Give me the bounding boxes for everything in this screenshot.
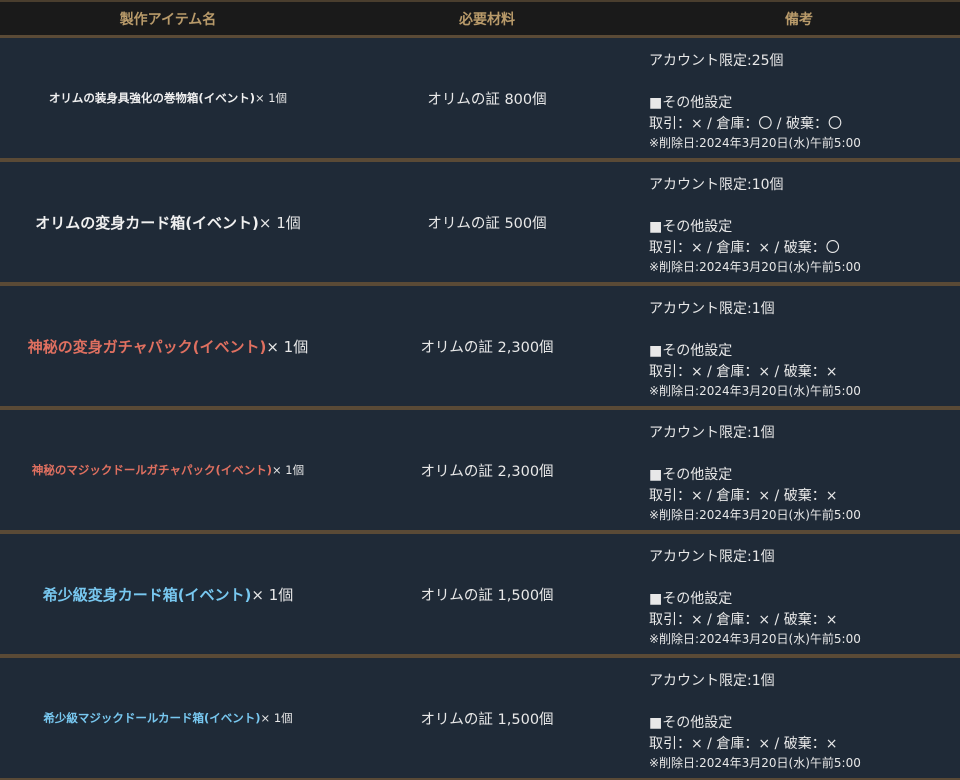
material-cell: オリムの証 800個 [336,38,638,158]
item-cell: 希少級マジックドールカード箱(イベント) × 1個 [0,658,336,778]
table-header: 製作アイテム名 必要材料 備考 [0,0,960,35]
item-quantity: × 1個 [271,463,305,477]
header-materials: 必要材料 [459,11,515,28]
table-row: 希少級変身カード箱(イベント) × 1個 オリムの証 1,500個 アカウント限… [0,534,960,654]
account-limit: アカウント限定:1個 [649,673,775,689]
material-cell: オリムの証 1,500個 [336,534,638,654]
item-quantity: × 1個 [251,585,294,604]
account-limit: アカウント限定:1個 [649,301,775,317]
table-row: 神秘のマジックドールガチャパック(イベント) × 1個 オリムの証 2,300個… [0,410,960,530]
account-limit: アカウント限定:1個 [649,425,775,441]
material-text: オリムの証 500個 [427,215,547,232]
item-cell: オリムの装身具強化の巻物箱(イベント) × 1個 [0,38,336,158]
trade-settings: 取引：× / 倉庫：× / 破棄：× [649,364,838,380]
material-text: オリムの証 2,300個 [420,463,554,480]
item-name: オリムの変身カード箱(イベント) [35,213,259,232]
delete-date: ※削除日:2024年3月20日(水)午前5:00 [649,756,861,770]
material-text: オリムの証 1,500個 [420,711,554,728]
trade-settings: 取引：× / 倉庫：× / 破棄：× [649,488,838,504]
trade-settings: 取引：× / 倉庫：× / 破棄：× [649,736,838,752]
material-text: オリムの証 2,300個 [420,339,554,356]
crafting-table: 製作アイテム名 必要材料 備考 オリムの装身具強化の巻物箱(イベント) × 1個… [0,0,960,780]
item-quantity: × 1個 [258,213,301,232]
item-name: 神秘の変身ガチャパック(イベント) [27,337,267,356]
item-quantity: × 1個 [254,91,288,105]
delete-date: ※削除日:2024年3月20日(水)午前5:00 [649,260,861,274]
notes-cell: アカウント限定:25個 ■その他設定 取引：× / 倉庫：〇 / 破棄：〇 ※削… [638,38,960,158]
notes-cell: アカウント限定:10個 ■その他設定 取引：× / 倉庫：× / 破棄：〇 ※削… [638,162,960,282]
account-limit: アカウント限定:1個 [649,549,775,565]
item-cell: 神秘の変身ガチャパック(イベント) × 1個 [0,286,336,406]
notes-cell: アカウント限定:1個 ■その他設定 取引：× / 倉庫：× / 破棄：× ※削除… [638,534,960,654]
material-cell: オリムの証 2,300個 [336,286,638,406]
header-item-name: 製作アイテム名 [119,11,217,28]
notes-cell: アカウント限定:1個 ■その他設定 取引：× / 倉庫：× / 破棄：× ※削除… [638,286,960,406]
settings-heading: ■その他設定 [649,715,733,731]
table-row: 希少級マジックドールカード箱(イベント) × 1個 オリムの証 1,500個 ア… [0,658,960,778]
notes-cell: アカウント限定:1個 ■その他設定 取引：× / 倉庫：× / 破棄：× ※削除… [638,410,960,530]
delete-date: ※削除日:2024年3月20日(水)午前5:00 [649,508,861,522]
notes-cell: アカウント限定:1個 ■その他設定 取引：× / 倉庫：× / 破棄：× ※削除… [638,658,960,778]
trade-settings: 取引：× / 倉庫：〇 / 破棄：〇 [649,116,842,132]
settings-heading: ■その他設定 [649,343,733,359]
table-row: オリムの変身カード箱(イベント) × 1個 オリムの証 500個 アカウント限定… [0,162,960,282]
settings-heading: ■その他設定 [649,467,733,483]
item-cell: 神秘のマジックドールガチャパック(イベント) × 1個 [0,410,336,530]
account-limit: アカウント限定:10個 [649,177,784,193]
item-name: 神秘のマジックドールガチャパック(イベント) [31,463,272,477]
item-cell: オリムの変身カード箱(イベント) × 1個 [0,162,336,282]
item-quantity: × 1個 [266,337,309,356]
table-row: 神秘の変身ガチャパック(イベント) × 1個 オリムの証 2,300個 アカウン… [0,286,960,406]
item-name: オリムの装身具強化の巻物箱(イベント) [48,91,255,105]
item-name: 希少級マジックドールカード箱(イベント) [43,711,261,725]
material-text: オリムの証 1,500個 [420,587,554,604]
material-cell: オリムの証 1,500個 [336,658,638,778]
header-notes: 備考 [785,11,813,28]
delete-date: ※削除日:2024年3月20日(水)午前5:00 [649,384,861,398]
trade-settings: 取引：× / 倉庫：× / 破棄：〇 [649,240,840,256]
settings-heading: ■その他設定 [649,95,733,111]
settings-heading: ■その他設定 [649,219,733,235]
item-cell: 希少級変身カード箱(イベント) × 1個 [0,534,336,654]
material-cell: オリムの証 2,300個 [336,410,638,530]
settings-heading: ■その他設定 [649,591,733,607]
item-quantity: × 1個 [260,711,293,725]
item-name: 希少級変身カード箱(イベント) [42,585,252,604]
trade-settings: 取引：× / 倉庫：× / 破棄：× [649,612,838,628]
delete-date: ※削除日:2024年3月20日(水)午前5:00 [649,136,861,150]
account-limit: アカウント限定:25個 [649,53,784,69]
material-text: オリムの証 800個 [427,91,547,108]
table-row: オリムの装身具強化の巻物箱(イベント) × 1個 オリムの証 800個 アカウン… [0,38,960,158]
delete-date: ※削除日:2024年3月20日(水)午前5:00 [649,632,861,646]
material-cell: オリムの証 500個 [336,162,638,282]
